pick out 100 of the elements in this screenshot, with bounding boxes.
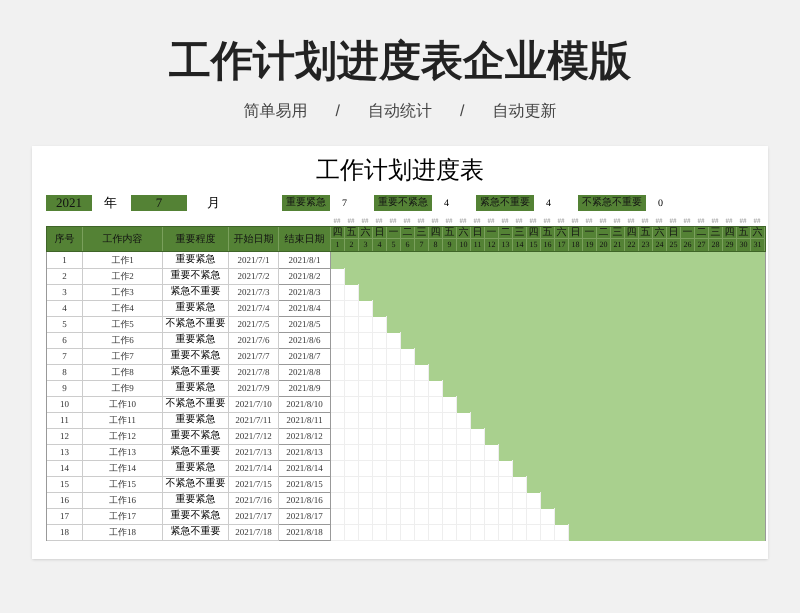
month-field[interactable]: 7 — [131, 195, 187, 211]
empty-cell — [443, 412, 457, 429]
row-number: 8 — [47, 364, 83, 381]
start-date: 2021/7/18 — [229, 524, 279, 541]
weekday-header: 五 — [639, 227, 653, 239]
empty-cell — [401, 364, 415, 381]
end-date: 2021/8/17 — [279, 508, 331, 525]
priority-legend-label: 不紧急不重要 — [578, 195, 646, 211]
day-header: 8 — [429, 239, 443, 251]
start-date: 2021/7/8 — [229, 364, 279, 381]
priority-count: 4 — [546, 196, 552, 210]
start-date: 2021/7/5 — [229, 316, 279, 333]
weekday-header: 一 — [583, 227, 597, 239]
weekday-header: 日 — [569, 227, 583, 239]
priority-cell: 重要紧急 — [163, 332, 229, 349]
empty-cell — [331, 412, 345, 429]
row-number: 5 — [47, 316, 83, 333]
separator: / — [460, 102, 464, 122]
empty-cell — [373, 332, 387, 349]
weekday-header: 日 — [471, 227, 485, 239]
task-name: 工作14 — [83, 460, 163, 477]
start-date: 2021/7/14 — [229, 460, 279, 477]
empty-cell — [345, 300, 359, 317]
end-date: 2021/8/15 — [279, 476, 331, 493]
weekday-header: 四 — [625, 227, 639, 239]
end-date: 2021/8/7 — [279, 348, 331, 365]
end-date: 2021/8/16 — [279, 492, 331, 509]
end-date: 2021/8/11 — [279, 412, 331, 429]
year-field[interactable]: 2021 — [46, 195, 92, 211]
task-name: 工作17 — [83, 508, 163, 525]
row-number: 16 — [47, 492, 83, 509]
weekday-header: 三 — [513, 227, 527, 239]
priority-cell: 重要不紧急 — [163, 268, 229, 285]
weekday-header: 日 — [373, 227, 387, 239]
day-header: 18 — [569, 239, 583, 251]
day-header: 6 — [401, 239, 415, 251]
weekday-header: 二 — [401, 227, 415, 239]
priority-cell: 不紧急不重要 — [163, 316, 229, 333]
day-header: 17 — [555, 239, 569, 251]
empty-cell — [485, 460, 499, 477]
empty-cell — [331, 284, 345, 301]
day-header: 29 — [723, 239, 737, 251]
weekday-header: 五 — [541, 227, 555, 239]
day-header: 30 — [737, 239, 751, 251]
row-number: 3 — [47, 284, 83, 301]
end-date: 2021/8/18 — [279, 524, 331, 541]
start-date: 2021/7/13 — [229, 444, 279, 461]
end-date: 2021/8/3 — [279, 284, 331, 301]
start-date: 2021/7/6 — [229, 332, 279, 349]
day-header: 14 — [513, 239, 527, 251]
row-number: 2 — [47, 268, 83, 285]
task-name: 工作11 — [83, 412, 163, 429]
priority-cell: 重要不紧急 — [163, 348, 229, 365]
weekday-header: 六 — [359, 227, 373, 239]
weekday-header: 四 — [331, 227, 345, 239]
day-header: 31 — [751, 239, 765, 251]
empty-cell — [331, 316, 345, 333]
weekday-header: 三 — [415, 227, 429, 239]
weekday-header: 五 — [737, 227, 751, 239]
empty-cell — [331, 508, 345, 525]
empty-cell — [331, 476, 345, 493]
priority-cell: 重要紧急 — [163, 492, 229, 509]
day-header: 9 — [443, 239, 457, 251]
day-header: 4 — [373, 239, 387, 251]
empty-cell — [471, 444, 485, 461]
weekday-header: 六 — [457, 227, 471, 239]
end-date: 2021/8/13 — [279, 444, 331, 461]
weekday-header: 日 — [667, 227, 681, 239]
empty-cell — [331, 364, 345, 381]
priority-cell: 重要不紧急 — [163, 428, 229, 445]
day-header: 27 — [695, 239, 709, 251]
start-date: 2021/7/16 — [229, 492, 279, 509]
priority-cell: 重要紧急 — [163, 460, 229, 477]
column-header: 工作内容 — [83, 227, 163, 251]
task-name: 工作5 — [83, 316, 163, 333]
start-date: 2021/7/4 — [229, 300, 279, 317]
priority-cell: 不紧急不重要 — [163, 396, 229, 413]
month-label: 月 — [207, 194, 220, 212]
priority-cell: 不紧急不重要 — [163, 476, 229, 493]
weekday-header: 三 — [709, 227, 723, 239]
row-number: 7 — [47, 348, 83, 365]
weekday-header: 四 — [527, 227, 541, 239]
start-date: 2021/7/2 — [229, 268, 279, 285]
day-header: 28 — [709, 239, 723, 251]
sheet-title: 工作计划进度表 — [316, 156, 484, 186]
row-number: 6 — [47, 332, 83, 349]
priority-legend-label: 紧急不重要 — [476, 195, 534, 211]
priority-cell: 紧急不重要 — [163, 444, 229, 461]
task-name: 工作13 — [83, 444, 163, 461]
empty-cell — [331, 460, 345, 477]
priority-cell: 重要紧急 — [163, 300, 229, 317]
weekday-header: 六 — [751, 227, 765, 239]
task-name: 工作8 — [83, 364, 163, 381]
row-number: 1 — [47, 252, 83, 269]
task-name: 工作16 — [83, 492, 163, 509]
day-header: 21 — [611, 239, 625, 251]
day-header: 13 — [499, 239, 513, 251]
start-date: 2021/7/9 — [229, 380, 279, 397]
task-name: 工作15 — [83, 476, 163, 493]
start-date: 2021/7/1 — [229, 252, 279, 269]
